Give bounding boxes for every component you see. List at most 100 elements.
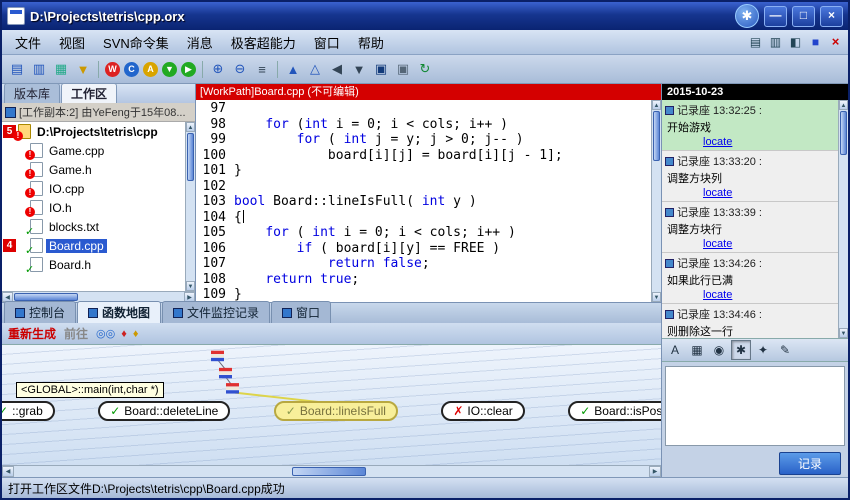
separator-icon[interactable] [277, 61, 278, 78]
titlebar[interactable]: D:\Projects\tetris\cpp.orx ✱ — □ × [2, 2, 848, 30]
text-icon[interactable]: A [665, 340, 685, 360]
bottom-tab[interactable]: 窗口 [271, 301, 331, 323]
arrow-up-icon[interactable]: ▲ [283, 59, 303, 79]
camera-icon[interactable]: ◉ [709, 340, 729, 360]
tree-file-row[interactable]: IO.cpp [2, 179, 185, 198]
scroll-down-button[interactable]: ▼ [839, 328, 848, 338]
code-area[interactable]: 97 98 for (int i = 0; i < cols; i++ ) [196, 100, 651, 302]
panel-dock-left-icon[interactable]: ◧ [787, 34, 804, 50]
function-node[interactable]: IO::clear [441, 401, 524, 421]
log-entry[interactable]: 记录座 13:32:25 : 开始游戏 locate [662, 100, 838, 151]
locate-link[interactable]: locate [703, 238, 835, 250]
file-name[interactable]: Board.cpp [46, 239, 107, 253]
scroll-up-button[interactable]: ▲ [839, 100, 848, 110]
zoom-in-icon[interactable]: ⊕ [208, 59, 228, 79]
bottom-tab[interactable]: 函数地图 [77, 301, 161, 323]
log-entry[interactable]: 记录座 13:34:46 : 则删除这一行 locate [662, 304, 838, 338]
tree-file-row[interactable]: blocks.txt [2, 217, 185, 236]
print-icon[interactable]: ≡ [252, 59, 272, 79]
goto-button[interactable]: 前往 [64, 325, 88, 342]
open-workspace-icon[interactable]: ▤ [7, 59, 27, 79]
minimize-button[interactable]: — [764, 6, 787, 27]
gear-icon[interactable]: ✱ [731, 340, 751, 360]
filter-icon[interactable]: ▼ [73, 59, 93, 79]
log-entry[interactable]: 记录座 13:33:20 : 调整方块列 locate [662, 151, 838, 202]
file-name[interactable]: blocks.txt [46, 220, 102, 234]
menu-item[interactable]: 消息 [178, 31, 222, 54]
run-icon[interactable]: ▶ [181, 62, 196, 77]
file-name[interactable]: IO.cpp [46, 182, 87, 196]
log-entry[interactable]: 记录座 13:34:26 : 如果此行已满 locate [662, 253, 838, 304]
pencil-icon[interactable]: ✎ [775, 340, 795, 360]
menu-item[interactable]: 极客超能力 [222, 31, 305, 54]
workspace-tab[interactable]: 版本库 [4, 83, 60, 103]
file-name[interactable]: IO.h [46, 201, 75, 215]
menu-item[interactable]: SVN命令集 [94, 31, 178, 54]
monitor-alt-icon[interactable]: ▣ [393, 59, 413, 79]
tree-file-row[interactable]: Board.h [2, 255, 185, 274]
file-name[interactable]: Game.h [46, 163, 95, 177]
scroll-thumb[interactable] [840, 111, 847, 155]
file-name[interactable]: Board.h [46, 258, 94, 272]
callgraph-icon[interactable]: ♦ [121, 328, 127, 340]
scroll-thumb[interactable] [292, 467, 366, 476]
tree-scrollbar-vertical[interactable]: ▲ ▼ [185, 122, 195, 291]
panel-list-icon[interactable]: ▤ [747, 34, 764, 50]
locate-link[interactable]: locate [703, 289, 835, 301]
menu-item[interactable]: 帮助 [349, 31, 393, 54]
function-node[interactable]: ::grab [2, 401, 55, 421]
menu-item[interactable]: 视图 [50, 31, 94, 54]
monitor-icon[interactable]: ▣ [371, 59, 391, 79]
note-input-area[interactable] [665, 366, 845, 446]
scroll-left-button[interactable]: ◀ [2, 466, 14, 477]
bottom-tab[interactable]: 文件监控记录 [162, 301, 270, 323]
scroll-thumb[interactable] [653, 111, 660, 161]
menu-item[interactable]: 文件 [6, 31, 50, 54]
image-icon[interactable]: ▦ [687, 340, 707, 360]
nav-left-icon[interactable]: ◀ [327, 59, 347, 79]
regenerate-button[interactable]: 重新生成 [8, 325, 56, 342]
nav-down-icon[interactable]: ▼ [349, 59, 369, 79]
scroll-up-button[interactable]: ▲ [652, 100, 661, 110]
separator-icon[interactable] [202, 61, 203, 78]
log-entry[interactable]: 记录座 13:33:39 : 调整方块行 locate [662, 202, 838, 253]
tree-file-row[interactable]: Game.h [2, 160, 185, 179]
scroll-right-button[interactable]: ▶ [649, 466, 661, 477]
download-icon[interactable]: ▼ [162, 62, 177, 77]
function-node[interactable]: Board::deleteLine [98, 401, 230, 421]
log-scrollbar-vertical[interactable]: ▲ ▼ [838, 100, 848, 338]
alarm-icon[interactable]: A [143, 62, 158, 77]
clock-icon[interactable]: C [124, 62, 139, 77]
function-node[interactable]: Board::lineIsFull [274, 401, 398, 421]
calltree-icon[interactable]: ♦ [133, 328, 139, 340]
maximize-button[interactable]: □ [792, 6, 815, 27]
separator-icon[interactable] [98, 61, 99, 78]
scroll-thumb[interactable] [187, 133, 194, 181]
word-marker-icon[interactable]: W [105, 62, 120, 77]
preview-icon[interactable]: ▥ [29, 59, 49, 79]
scroll-down-button[interactable]: ▼ [186, 281, 195, 291]
scroll-thumb[interactable] [14, 293, 78, 301]
close-button[interactable]: × [820, 6, 843, 27]
tree-file-row[interactable]: IO.h [2, 198, 185, 217]
root-path-label[interactable]: D:\Projects\tetris\cpp [34, 125, 161, 139]
locate-link[interactable]: locate [703, 187, 835, 199]
panel-blue-icon[interactable]: ■ [807, 34, 824, 50]
close-pane-icon[interactable]: × [827, 34, 844, 50]
tree-root-row[interactable]: 5 D:\Projects\tetris\cpp [2, 122, 185, 141]
file-name[interactable]: Game.cpp [46, 144, 107, 158]
tree-file-row[interactable]: 4 Board.cpp [2, 236, 185, 255]
refresh-icon[interactable]: ↻ [415, 59, 435, 79]
record-button[interactable]: 记录 [779, 452, 841, 475]
map-scrollbar-horizontal[interactable]: ◀ ▶ [2, 465, 661, 477]
workspace-tab[interactable]: 工作区 [61, 83, 117, 103]
image-icon[interactable]: ▦ [51, 59, 71, 79]
locate-link[interactable]: locate [703, 136, 835, 148]
bottom-tab[interactable]: 控制台 [4, 301, 76, 323]
editor-scrollbar-vertical[interactable]: ▲ ▼ [651, 100, 661, 302]
zoom-out-icon[interactable]: ⊖ [230, 59, 250, 79]
arrow-up-outline-icon[interactable]: △ [305, 59, 325, 79]
function-map-canvas[interactable]: <GLOBAL>::main(int,char *) ::grab Board:… [2, 345, 661, 465]
scroll-down-button[interactable]: ▼ [652, 292, 661, 302]
function-node[interactable]: Board::isPossi [568, 401, 661, 421]
